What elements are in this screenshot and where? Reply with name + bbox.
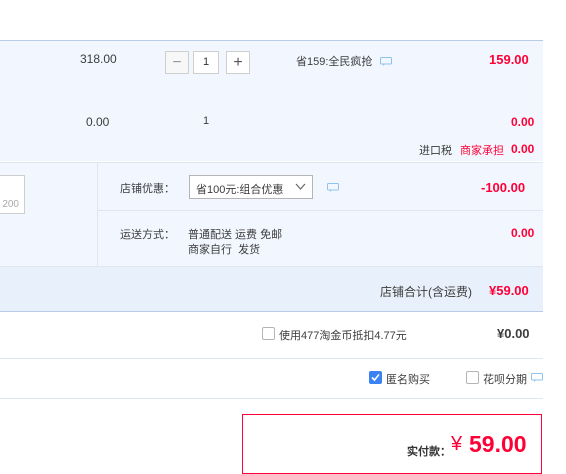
shop-total-label: 店铺合计(含运费) bbox=[380, 285, 472, 299]
purchase-options-row: 匿名购买 花呗分期 bbox=[0, 359, 543, 399]
coins-value: ¥0.00 bbox=[497, 326, 530, 341]
item-promo-label: 省159:全民疯抢 bbox=[296, 56, 373, 68]
huabei-label: 花呗分期 bbox=[483, 374, 527, 386]
item-subtotal: 159.00 bbox=[489, 52, 529, 67]
shipping-value: 0.00 bbox=[511, 226, 535, 240]
payment-currency: ¥ bbox=[451, 433, 463, 455]
huabei-checkbox[interactable] bbox=[466, 371, 479, 384]
import-tax-label: 进口税 bbox=[419, 145, 452, 157]
anonymous-checkbox[interactable] bbox=[369, 371, 382, 384]
anonymous-label: 匿名购买 bbox=[386, 374, 430, 386]
increase-quantity-button[interactable]: + bbox=[226, 51, 250, 74]
shop-discount-selected: 省100元:组合优惠 bbox=[196, 184, 284, 196]
chat-icon[interactable] bbox=[380, 57, 392, 66]
payment-summary-box: 实付款： ¥ 59.00 bbox=[242, 414, 542, 474]
shipping-method: 普通配送 运费 免邮 bbox=[188, 229, 283, 241]
coins-checkbox[interactable] bbox=[262, 327, 275, 340]
shop-options-block: 200 店铺优惠： 省100元:组合优惠 -100.00 运送方式： 普通配送 … bbox=[0, 162, 543, 266]
chat-icon[interactable] bbox=[531, 373, 543, 382]
payment-label: 实付款： bbox=[407, 446, 451, 458]
checkmark-icon bbox=[371, 373, 380, 382]
quantity-input[interactable]: 1 bbox=[193, 51, 219, 74]
shop-total-row: 店铺合计(含运费) ¥59.00 bbox=[0, 266, 543, 312]
item-price: 0.00 bbox=[86, 115, 110, 129]
shipping-label: 运送方式： bbox=[120, 229, 175, 241]
decrease-quantity-button[interactable]: − bbox=[165, 51, 189, 74]
shipping-note: 商家自行 发货 bbox=[188, 244, 261, 256]
shop-discount-select[interactable]: 省100元:组合优惠 bbox=[189, 175, 313, 199]
import-tax-value: 0.00 bbox=[511, 142, 535, 156]
shop-total-value: ¥59.00 bbox=[489, 283, 529, 298]
coins-row: 使用477淘金币抵扣4.77元 ¥0.00 bbox=[0, 312, 543, 359]
item-quantity: 1 bbox=[203, 115, 210, 127]
import-tax-note: 商家承担 bbox=[460, 145, 504, 157]
shop-message-input[interactable]: 200 bbox=[0, 175, 25, 214]
payment-amount: 59.00 bbox=[469, 431, 527, 457]
item-original-price: 318.00 bbox=[80, 52, 117, 66]
chat-icon[interactable] bbox=[327, 183, 339, 192]
coins-label: 使用477淘金币抵扣4.77元 bbox=[279, 330, 407, 342]
shop-discount-label: 店铺优惠： bbox=[120, 183, 175, 195]
message-char-limit: 200 bbox=[2, 199, 19, 210]
shop-discount-value: -100.00 bbox=[481, 180, 526, 195]
order-item-row-1: 318.00 − 1 + 省159:全民疯抢 159.00 bbox=[0, 40, 543, 95]
chevron-down-icon bbox=[295, 183, 306, 190]
divider bbox=[98, 210, 543, 211]
divider bbox=[97, 163, 98, 266]
order-item-row-2: 0.00 1 0.00 进口税 商家承担 0.00 bbox=[0, 95, 543, 161]
item-subtotal: 0.00 bbox=[511, 115, 535, 129]
quantity-stepper: − 1 + bbox=[165, 51, 251, 74]
